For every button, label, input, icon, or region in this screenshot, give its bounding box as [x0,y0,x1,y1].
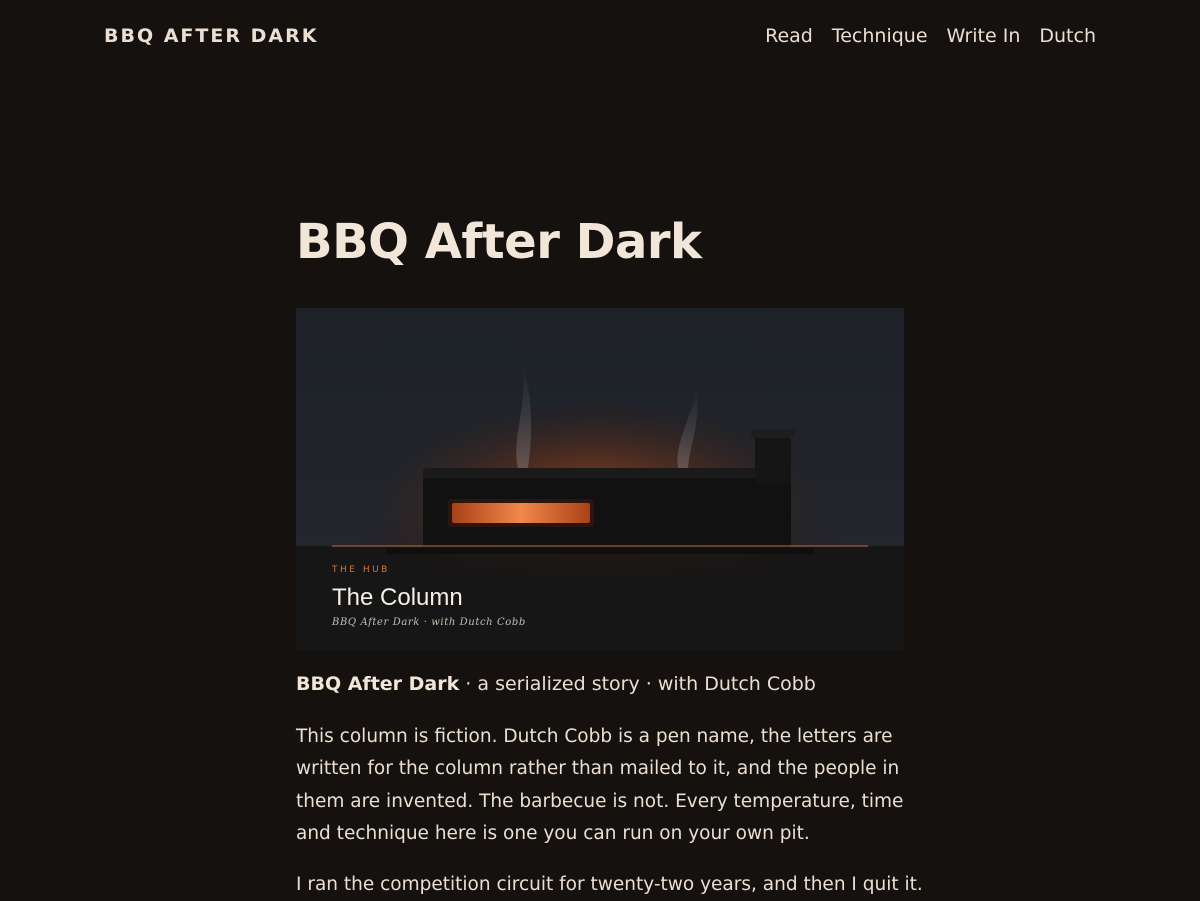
main-nav: Read Technique Write In Dutch [765,24,1096,48]
hero-byline: BBQ After Dark · with Dutch Cobb [332,617,526,628]
hero-image: THE HUB The Column BBQ After Dark · with… [296,308,904,650]
paragraph-line: written for the column rather than maile… [296,758,900,780]
nav-link-read[interactable]: Read [765,24,813,48]
story-name: BBQ After Dark [296,673,460,695]
page-title: BBQ After Dark [296,214,702,270]
nav-link-dutch[interactable]: Dutch [1039,24,1096,48]
intro-paragraph: I ran the competition circuit for twenty… [296,869,923,901]
disclaimer-paragraph: This column is fiction. Dutch Cobb is a … [296,721,906,850]
paragraph-line: I ran the competition circuit for twenty… [296,874,923,895]
story-descriptor: · a serialized story · with Dutch Cobb [459,673,816,695]
site-header: BBQ AFTER DARK Read Technique Write In D… [0,0,1200,72]
firebox-window [452,503,590,523]
paragraph-line: them are invented. The barbecue is not. … [296,790,904,812]
story-meta: BBQ After Dark · a serialized story · wi… [296,670,916,698]
hero-title: The Column [332,584,463,611]
hero-kicker: THE HUB [332,565,390,575]
main-content: BBQ After Dark THE HUB The Column BBQ Af… [296,200,923,895]
site-logo[interactable]: BBQ AFTER DARK [104,24,318,48]
hero-caption: THE HUB The Column BBQ After Dark · with… [332,564,892,630]
nav-link-technique[interactable]: Technique [832,24,928,48]
smoker-chimney-cap [751,429,795,438]
paragraph-line: and technique here is one you can run on… [296,822,810,844]
nav-link-write-in[interactable]: Write In [947,24,1021,48]
smoker-chimney [755,434,791,484]
paragraph-line: This column is fiction. Dutch Cobb is a … [296,726,893,747]
